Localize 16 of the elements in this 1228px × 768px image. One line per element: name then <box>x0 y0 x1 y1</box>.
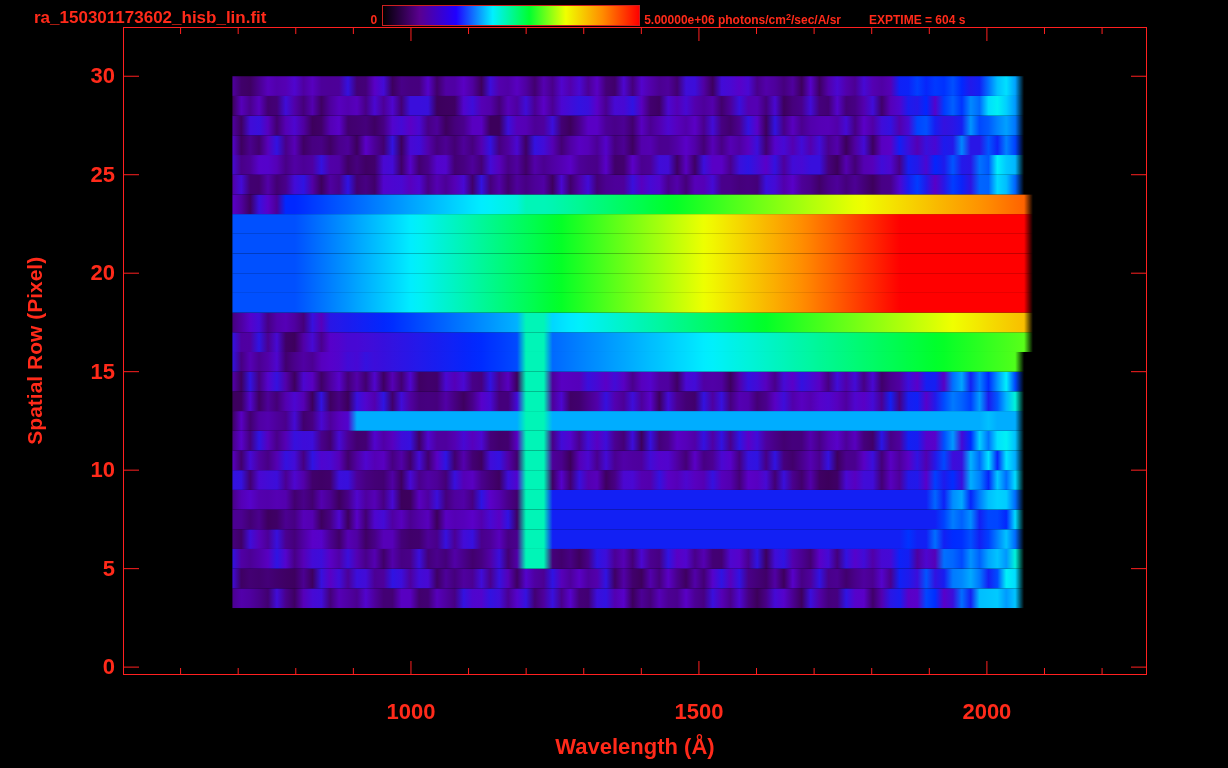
y-tick-label: 25 <box>90 163 115 186</box>
y-tick-label: 10 <box>90 459 115 482</box>
file-name: ra_150301173602_hisb_lin.fit <box>34 9 267 26</box>
y-tick-label: 20 <box>90 262 115 285</box>
colorbar-min-label: 0 <box>370 14 378 26</box>
y-axis-label: Spatial Row (Pixel) <box>22 257 48 445</box>
exposure-time: EXPTIME = 604 s <box>869 14 966 26</box>
y-tick-label: 5 <box>102 557 115 580</box>
y-tick-label: 15 <box>90 360 115 383</box>
x-tick-label: 1000 <box>386 701 436 723</box>
y-tick-label: 30 <box>90 65 115 88</box>
x-tick-label: 2000 <box>962 701 1012 723</box>
colorbar-max-label: 5.00000e+06 photons/cm$^{2}$/sec/A/sr <box>644 14 841 26</box>
y-tick-label: 0 <box>102 656 115 679</box>
x-tick-label: 1500 <box>674 701 724 723</box>
x-axis-label: Wavelength (Å) <box>555 736 715 758</box>
